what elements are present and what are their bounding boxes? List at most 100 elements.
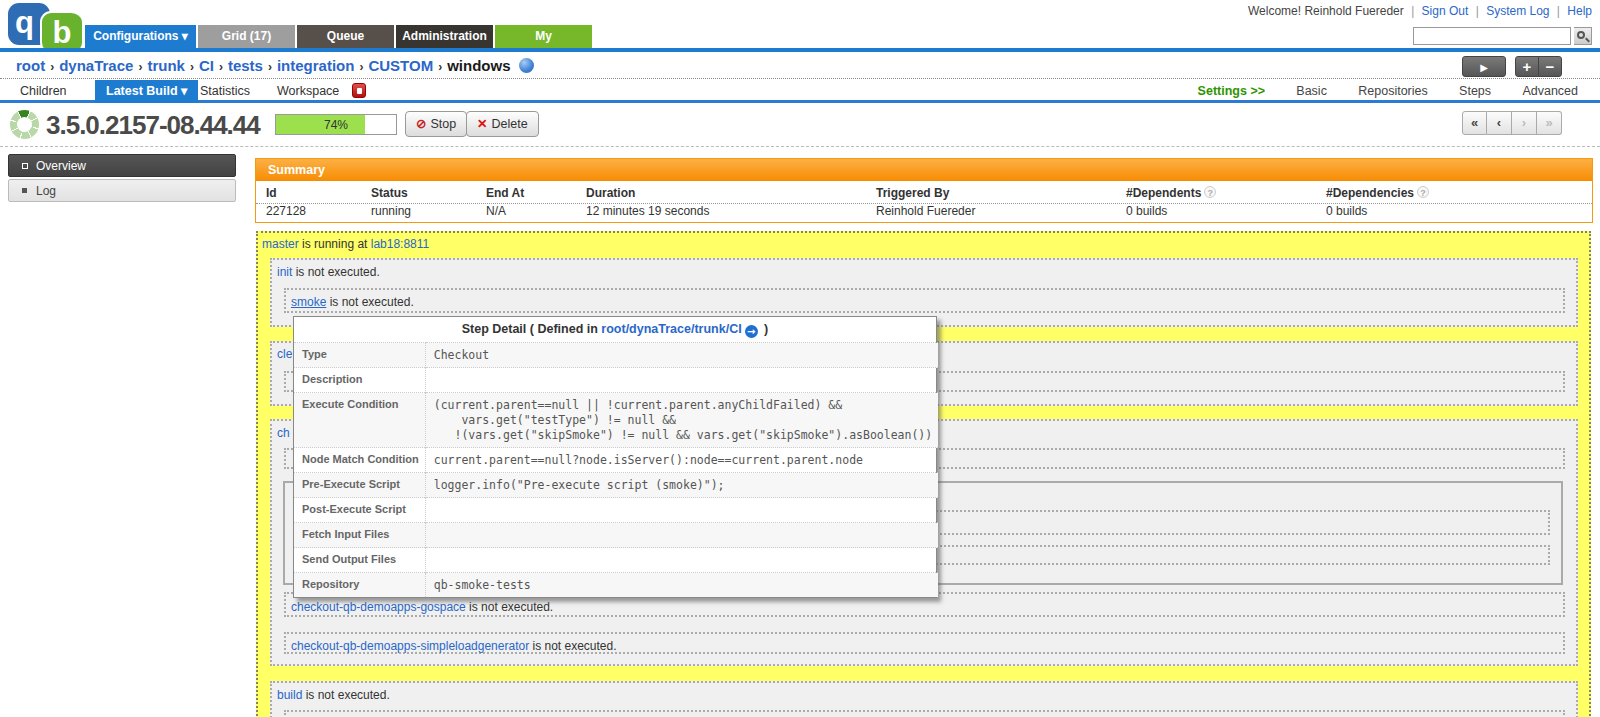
expand-button[interactable]: + [1515, 56, 1539, 77]
stop-icon: ⊘ [416, 117, 426, 131]
crumb-current: windows [447, 57, 510, 74]
next-build-button[interactable]: › [1512, 111, 1537, 135]
prev-build-button[interactable]: ‹ [1487, 111, 1512, 135]
col-id: Id [266, 181, 277, 203]
row-type-value: Checkout [425, 343, 938, 368]
delete-button[interactable]: ✕Delete [466, 111, 539, 137]
sign-out-link[interactable]: Sign Out [1422, 4, 1469, 18]
chevron-down-icon: ▾ [182, 29, 188, 43]
col-triggeredby: Triggered By [876, 181, 949, 203]
sidebar: Overview Log [8, 154, 236, 204]
plus-icon: + [1523, 58, 1532, 75]
config-sphere-icon[interactable] [519, 58, 534, 73]
node-link[interactable]: lab18:8811 [371, 237, 430, 251]
summary-header: Summary [256, 159, 1592, 181]
goto-arrow-icon[interactable]: → [745, 325, 758, 338]
sidebar-item-overview[interactable]: Overview [8, 154, 236, 177]
logo-b: b [40, 11, 82, 53]
last-build-button[interactable]: » [1537, 111, 1562, 135]
col-dependencies: #Dependencies? [1326, 181, 1429, 203]
stop-button[interactable]: ⊘Stop [405, 111, 467, 137]
row-node-match-value: current.parent==null?node.isServer():nod… [425, 448, 938, 473]
crumb-custom[interactable]: CUSTOM [368, 57, 433, 74]
tab-advanced[interactable]: Advanced [1522, 84, 1578, 98]
step-clean-link[interactable]: cle [277, 347, 292, 361]
step-simpleload-link[interactable]: checkout-qb-demoapps-simpleloadgenerator [291, 639, 529, 653]
crumb-integration[interactable]: integration [277, 57, 355, 74]
cell-triggeredby: Reinhold Fuereder [876, 203, 975, 222]
build-version: 3.5.0.2157-08.44.44 [46, 110, 260, 141]
quickbuild-logo[interactable]: q b [8, 2, 82, 50]
cell-endat: N/A [486, 203, 506, 222]
breadcrumb-row: root›dynaTrace›trunk›CI›tests›integratio… [0, 52, 1600, 79]
row-pre-execute-label: Pre-Execute Script [294, 473, 425, 498]
chevron-down-icon: ▾ [181, 84, 187, 98]
run-build-button[interactable]: ▶ [1462, 56, 1506, 77]
row-description-value [425, 368, 938, 393]
step-checkout-link[interactable]: ch [277, 426, 290, 440]
search-area [1413, 27, 1592, 45]
nav-tab-configurations[interactable]: Configurations ▾ [85, 25, 196, 48]
config-tabs: Children Latest Build ▾ Statistics Works… [0, 80, 1600, 103]
dependencies-link[interactable]: 0 builds [1326, 203, 1367, 222]
tab-statistics[interactable]: Statistics [200, 80, 250, 103]
step-smoke-link[interactable]: smoke [291, 295, 326, 309]
tab-latest-build[interactable]: Latest Build ▾ [95, 80, 198, 103]
row-execute-condition-label: Execute Condition [294, 393, 425, 448]
row-node-match-label: Node Match Condition [294, 448, 425, 473]
crumb-ci[interactable]: CI [199, 57, 214, 74]
step-build-link[interactable]: build [277, 688, 302, 702]
first-build-button[interactable]: « [1462, 111, 1487, 135]
step-build-child-box [284, 710, 1565, 717]
crumb-root[interactable]: root [16, 57, 45, 74]
system-log-link[interactable]: System Log [1486, 4, 1549, 18]
step-init-link[interactable]: init [277, 265, 292, 279]
play-icon: ▶ [1480, 62, 1488, 73]
breadcrumb: root›dynaTrace›trunk›CI›tests›integratio… [16, 57, 534, 74]
delete-icon: ✕ [477, 117, 487, 131]
step-smoke-box: smoke is not executed. [284, 288, 1565, 313]
step-detail-popup: Step Detail ( Defined in root/dynaTrace/… [293, 316, 937, 598]
tab-repositories[interactable]: Repositories [1358, 84, 1427, 98]
user-bar: Welcome! Reinhold Fuereder | Sign Out | … [1248, 4, 1592, 18]
row-description-label: Description [294, 368, 425, 393]
welcome-text: Welcome! Reinhold Fuereder [1248, 4, 1404, 18]
defined-in-link[interactable]: root/dynaTrace/trunk/CI [601, 322, 741, 336]
help-link[interactable]: Help [1567, 4, 1592, 18]
nav-tab-queue[interactable]: Queue [297, 25, 394, 48]
build-progress-bar: 74% [275, 114, 397, 135]
step-master-link[interactable]: master [262, 237, 299, 251]
nav-tab-administration[interactable]: Administration [396, 25, 493, 48]
col-duration: Duration [586, 181, 635, 203]
build-header-row: 3.5.0.2157-08.44.44 74% ⊘Stop ✕Delete « … [0, 103, 1600, 147]
row-repository-label: Repository [294, 573, 425, 598]
sidebar-item-log[interactable]: Log [8, 179, 236, 202]
row-post-execute-value [425, 498, 938, 523]
nav-tab-grid[interactable]: Grid (17) [198, 25, 295, 48]
tab-children[interactable]: Children [20, 80, 67, 103]
crumb-trunk[interactable]: trunk [147, 57, 185, 74]
minus-icon: − [1546, 58, 1555, 75]
search-input[interactable] [1413, 27, 1571, 45]
nav-tab-my[interactable]: My [495, 25, 592, 48]
col-dependents: #Dependents? [1126, 181, 1216, 203]
dependents-link[interactable]: 0 builds [1126, 203, 1167, 222]
tab-basic[interactable]: Basic [1296, 84, 1327, 98]
collapse-button[interactable]: − [1538, 56, 1562, 77]
tab-steps[interactable]: Steps [1459, 84, 1491, 98]
crumb-tests[interactable]: tests [228, 57, 263, 74]
main-nav: Configurations ▾ Grid (17) Queue Adminis… [85, 25, 594, 48]
step-gospace-link[interactable]: checkout-qb-demoapps-gospace [291, 600, 466, 614]
tab-settings[interactable]: Settings >> [1198, 84, 1265, 98]
help-icon[interactable]: ? [1204, 186, 1216, 198]
delete-workspace-icon[interactable] [352, 83, 366, 98]
search-button[interactable] [1574, 27, 1592, 45]
crumb-dynatrace[interactable]: dynaTrace [59, 57, 133, 74]
tab-workspace[interactable]: Workspace [277, 80, 339, 103]
running-spinner-icon [10, 110, 39, 139]
row-fetch-input-label: Fetch Input Files [294, 523, 425, 548]
step-simpleload-box: checkout-qb-demoapps-simpleloadgenerator… [284, 632, 1565, 654]
help-icon[interactable]: ? [1417, 186, 1429, 198]
top-bar: q b Configurations ▾ Grid (17) Queue Adm… [0, 0, 1600, 48]
square-bullet-icon [22, 188, 27, 193]
